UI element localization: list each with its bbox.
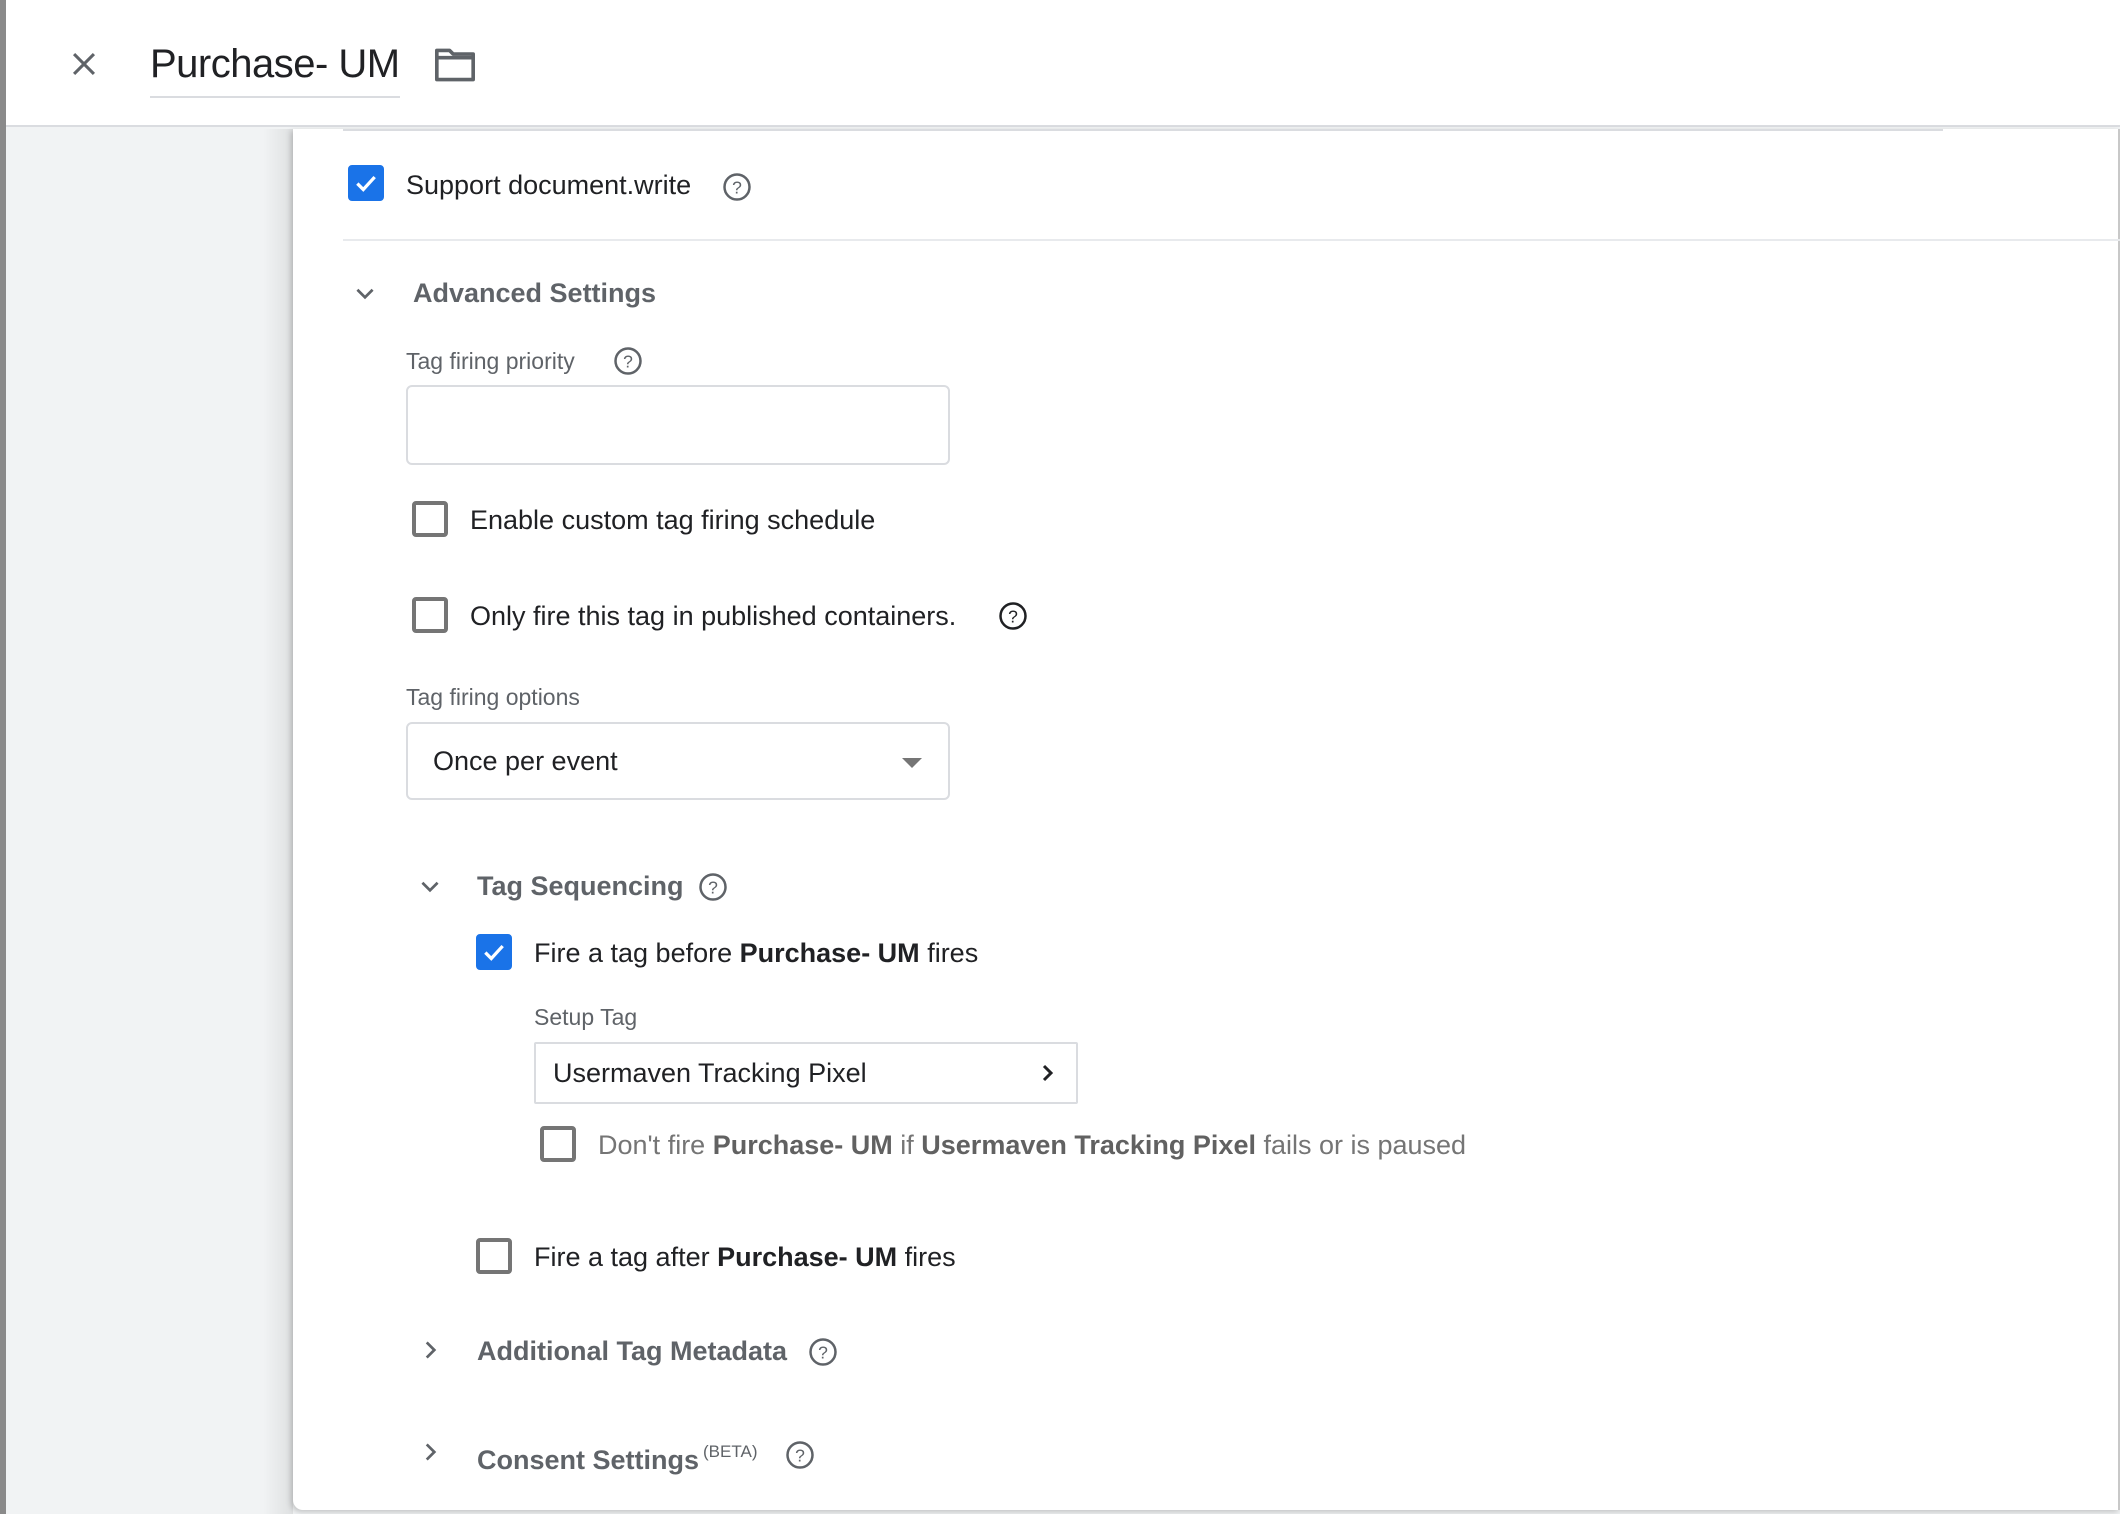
help-icon: ?: [699, 873, 727, 901]
card-top-border: [343, 129, 1943, 131]
dont-fire-middle: if: [892, 1130, 922, 1160]
setup-tag-label: Setup Tag: [534, 1004, 638, 1030]
advanced-settings-title[interactable]: Advanced Settings: [413, 275, 656, 311]
tag-firing-options-value: Once per event: [433, 746, 618, 776]
dropdown-arrow-icon: [902, 758, 922, 768]
help-icon: ?: [614, 347, 642, 375]
fire-after-suffix: fires: [897, 1242, 956, 1272]
svg-text:?: ?: [708, 877, 718, 897]
tag-firing-options-select[interactable]: Once per event: [406, 722, 950, 800]
help-icon: ?: [786, 1441, 814, 1469]
dont-fire-tag-name: Purchase- UM: [712, 1130, 893, 1160]
tag-editor-screen: Purchase- UM Support document.write ? Ad…: [0, 0, 2120, 1514]
additional-tag-metadata-toggle[interactable]: [412, 1332, 448, 1368]
tag-sequencing-title[interactable]: Tag Sequencing: [477, 868, 684, 904]
beta-badge: (BETA): [703, 1442, 758, 1461]
close-icon: [72, 52, 96, 76]
additional-tag-metadata-help[interactable]: ?: [808, 1337, 838, 1367]
dont-fire-if-setup-fails-label: Don't fire Purchase- UM if Usermaven Tra…: [598, 1127, 1466, 1163]
chevron-right-icon: [1032, 1058, 1062, 1088]
fire-before-tag-name: Purchase- UM: [739, 938, 920, 968]
fire-after-label: Fire a tag after Purchase- UM fires: [534, 1239, 956, 1275]
setup-tag-value: Usermaven Tracking Pixel: [553, 1058, 867, 1088]
fire-before-prefix: Fire a tag before: [534, 938, 740, 968]
section-divider: [343, 239, 2120, 241]
only-fire-published-help[interactable]: ?: [998, 601, 1028, 631]
fire-before-checkbox[interactable]: [476, 934, 512, 970]
advanced-settings-toggle[interactable]: [347, 275, 383, 311]
dont-fire-prefix: Don't fire: [598, 1130, 713, 1160]
dont-fire-setup-tag-name: Usermaven Tracking Pixel: [921, 1130, 1256, 1160]
enable-custom-schedule-label: Enable custom tag firing schedule: [470, 505, 876, 535]
chevron-down-icon: [356, 288, 374, 300]
tag-sequencing-help[interactable]: ?: [698, 872, 728, 902]
tag-firing-priority-label: Tag firing priority: [406, 348, 575, 374]
panel-shadow: [263, 129, 293, 1514]
tag-firing-priority-help[interactable]: ?: [613, 346, 643, 376]
tag-sequencing-toggle[interactable]: [412, 868, 448, 904]
tag-firing-priority-input[interactable]: [406, 385, 950, 465]
close-button[interactable]: [60, 40, 108, 88]
chevron-right-icon: [425, 1341, 437, 1359]
help-icon: ?: [723, 173, 751, 201]
help-icon: ?: [999, 602, 1027, 630]
consent-settings-title-text: Consent Settings: [477, 1445, 700, 1475]
support-document-write-checkbox[interactable]: [348, 165, 384, 201]
fire-after-tag-name: Purchase- UM: [717, 1242, 898, 1272]
svg-text:?: ?: [732, 177, 742, 197]
only-fire-published-label: Only fire this tag in published containe…: [470, 601, 957, 631]
consent-settings-toggle[interactable]: [412, 1434, 448, 1470]
svg-text:?: ?: [795, 1445, 805, 1465]
svg-text:?: ?: [1008, 606, 1018, 626]
folder-button[interactable]: [430, 42, 480, 88]
dont-fire-suffix: fails or is paused: [1255, 1130, 1467, 1160]
tag-configuration-card: Support document.write ? Advanced Settin…: [293, 129, 2120, 1510]
chevron-down-icon: [421, 881, 439, 893]
support-document-write-help[interactable]: ?: [722, 172, 752, 202]
tag-name-title: Purchase- UM: [150, 42, 400, 86]
svg-text:?: ?: [623, 351, 633, 371]
fire-after-prefix: Fire a tag after: [534, 1242, 718, 1272]
folder-icon: [435, 48, 475, 82]
svg-text:?: ?: [818, 1342, 828, 1362]
tag-firing-options-label: Tag firing options: [406, 684, 580, 710]
fire-before-suffix: fires: [919, 938, 979, 968]
dont-fire-if-setup-fails-checkbox[interactable]: [540, 1126, 576, 1162]
consent-settings-help[interactable]: ?: [785, 1440, 815, 1470]
checkmark-icon: [484, 944, 504, 961]
tag-editor-header: Purchase- UM: [6, 0, 2120, 127]
enable-custom-schedule-checkbox[interactable]: [412, 501, 448, 537]
background-panel: [6, 129, 293, 1514]
setup-tag-selector[interactable]: Usermaven Tracking Pixel: [534, 1042, 1078, 1104]
tag-name-field[interactable]: Purchase- UM: [150, 36, 400, 98]
chevron-right-icon: [425, 1443, 437, 1461]
fire-before-label: Fire a tag before Purchase- UM fires: [534, 935, 978, 971]
checkmark-icon: [356, 175, 376, 192]
fire-after-checkbox[interactable]: [476, 1238, 512, 1274]
only-fire-published-checkbox[interactable]: [412, 597, 448, 633]
help-icon: ?: [809, 1338, 837, 1366]
consent-settings-title[interactable]: Consent Settings (BETA): [477, 1436, 757, 1478]
support-document-write-label: Support document.write: [406, 170, 692, 200]
additional-tag-metadata-title[interactable]: Additional Tag Metadata: [477, 1333, 787, 1369]
